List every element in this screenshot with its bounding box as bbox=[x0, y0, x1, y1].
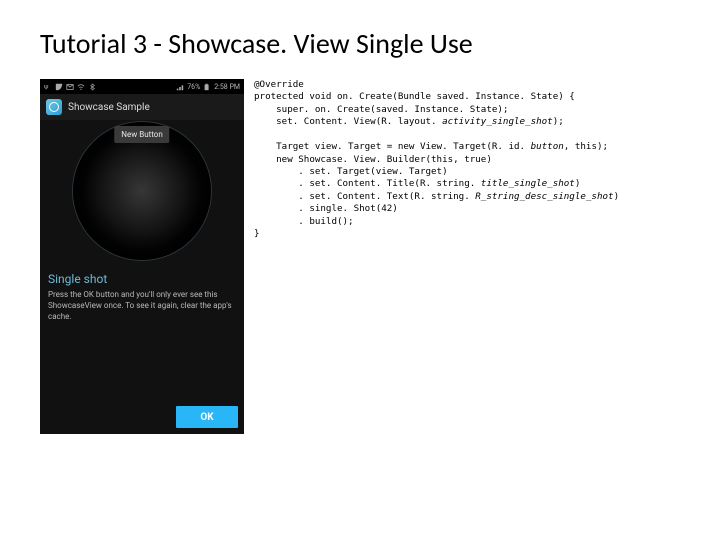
status-bar: Ψ 76% 2:58 PM bbox=[40, 79, 244, 94]
bluetooth-icon bbox=[88, 83, 96, 91]
app-title: Showcase Sample bbox=[68, 102, 150, 113]
code-line: . set. Content. Text(R. string. bbox=[254, 191, 475, 202]
overlay-title: Single shot bbox=[48, 272, 236, 286]
code-block: @Override protected void on. Create(Bund… bbox=[254, 79, 619, 434]
code-line: Target view. Target = new View. Target(R… bbox=[254, 141, 531, 152]
code-ident: title_single_shot bbox=[481, 178, 575, 189]
new-button[interactable]: New Button bbox=[114, 126, 169, 143]
app-bar: Showcase Sample bbox=[40, 94, 244, 120]
clock-text: 2:58 PM bbox=[214, 83, 240, 91]
code-ident: R_string_desc_single_shot bbox=[475, 191, 613, 202]
battery-text: 76% bbox=[187, 83, 200, 91]
phone-screenshot: Ψ 76% 2:58 PM Showcase Sample New Button… bbox=[40, 79, 244, 434]
content-row: Ψ 76% 2:58 PM Showcase Sample New Button… bbox=[0, 79, 720, 434]
code-line: new Showcase. View. Builder(this, true) bbox=[254, 154, 492, 165]
code-ident: button bbox=[531, 141, 564, 152]
code-line: . set. Target(view. Target) bbox=[254, 166, 448, 177]
svg-text:Ψ: Ψ bbox=[44, 83, 49, 91]
code-line: . single. Shot(42) bbox=[254, 203, 398, 214]
status-icon: Ψ bbox=[44, 83, 52, 91]
wifi-icon bbox=[77, 83, 85, 91]
code-line: super. on. Create(saved. Instance. State… bbox=[254, 104, 508, 115]
overlay-description: Press the OK button and you'll only ever… bbox=[48, 290, 236, 322]
phone-icon bbox=[55, 83, 63, 91]
code-line: protected void on. Create(Bundle saved. … bbox=[254, 91, 575, 102]
status-right: 76% 2:58 PM bbox=[176, 83, 240, 91]
code-line: ); bbox=[553, 116, 564, 127]
ok-button[interactable]: OK bbox=[176, 406, 238, 428]
code-line: } bbox=[254, 228, 260, 239]
code-line: ) bbox=[614, 191, 620, 202]
code-line: . build(); bbox=[254, 216, 354, 227]
code-line: ) bbox=[575, 178, 581, 189]
code-line: @Override bbox=[254, 79, 304, 90]
app-icon bbox=[46, 99, 62, 115]
code-ident: activity_single_shot bbox=[442, 116, 553, 127]
slide-title: Tutorial 3 - Showcase. View Single Use bbox=[0, 0, 720, 79]
code-line: . set. Content. Title(R. string. bbox=[254, 178, 481, 189]
signal-icon bbox=[176, 83, 184, 91]
code-line: set. Content. View(R. layout. bbox=[254, 116, 442, 127]
overlay-text: Single shot Press the OK button and you'… bbox=[48, 272, 236, 322]
battery-icon bbox=[203, 83, 211, 91]
screen-body: New Button Single shot Press the OK butt… bbox=[40, 120, 244, 434]
code-line: , this); bbox=[564, 141, 608, 152]
status-left: Ψ bbox=[44, 83, 96, 91]
mail-icon bbox=[66, 83, 74, 91]
